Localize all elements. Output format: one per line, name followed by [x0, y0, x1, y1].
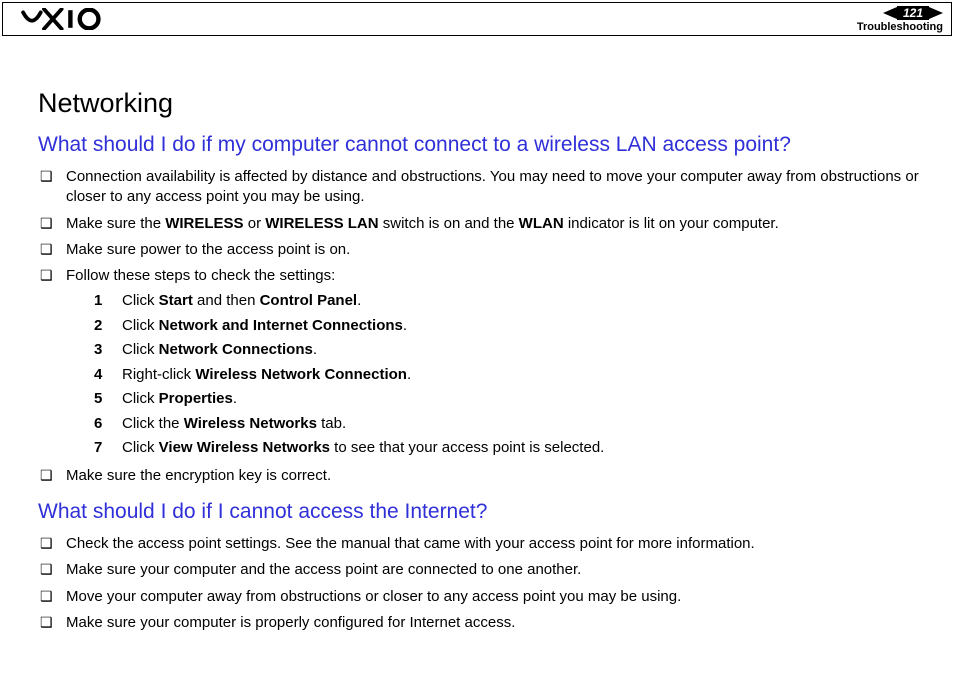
question-2-list: Check the access point settings. See the… [38, 534, 924, 633]
header-right: 121 Troubleshooting [857, 6, 943, 33]
list-item: Make sure your computer is properly conf… [38, 613, 924, 633]
list-item: Make sure the WIRELESS or WIRELESS LAN s… [38, 214, 924, 234]
steps-list: 1Click Start and then Control Panel. 2Cl… [66, 290, 924, 460]
page-content: Networking What should I do if my comput… [38, 60, 924, 639]
step-item: 2Click Network and Internet Connections. [94, 315, 924, 338]
list-item: Make sure the encryption key is correct. [38, 466, 924, 486]
page-navigator: 121 [883, 6, 943, 20]
step-item: 7Click View Wireless Networks to see tha… [94, 437, 924, 460]
step-item: 5Click Properties. [94, 388, 924, 411]
section-label: Troubleshooting [857, 22, 943, 33]
list-item: Connection availability is affected by d… [38, 167, 924, 208]
step-item: 1Click Start and then Control Panel. [94, 290, 924, 313]
list-item: Make sure power to the access point is o… [38, 240, 924, 260]
list-item: Check the access point settings. See the… [38, 534, 924, 554]
prev-page-arrow-icon[interactable] [883, 7, 897, 19]
next-page-arrow-icon[interactable] [929, 7, 943, 19]
question-1-list: Connection availability is affected by d… [38, 167, 924, 486]
page-number: 121 [897, 6, 929, 20]
question-2-heading: What should I do if I cannot access the … [38, 500, 924, 524]
step-item: 4Right-click Wireless Network Connection… [94, 364, 924, 387]
list-item: Make sure your computer and the access p… [38, 560, 924, 580]
step-item: 3Click Network Connections. [94, 339, 924, 362]
vaio-logo [11, 6, 121, 32]
page-title: Networking [38, 88, 924, 119]
page-header: 121 Troubleshooting [2, 2, 952, 36]
list-item: Move your computer away from obstruction… [38, 587, 924, 607]
list-item: Follow these steps to check the settings… [38, 266, 924, 460]
question-1-heading: What should I do if my computer cannot c… [38, 133, 924, 157]
step-item: 6Click the Wireless Networks tab. [94, 413, 924, 436]
